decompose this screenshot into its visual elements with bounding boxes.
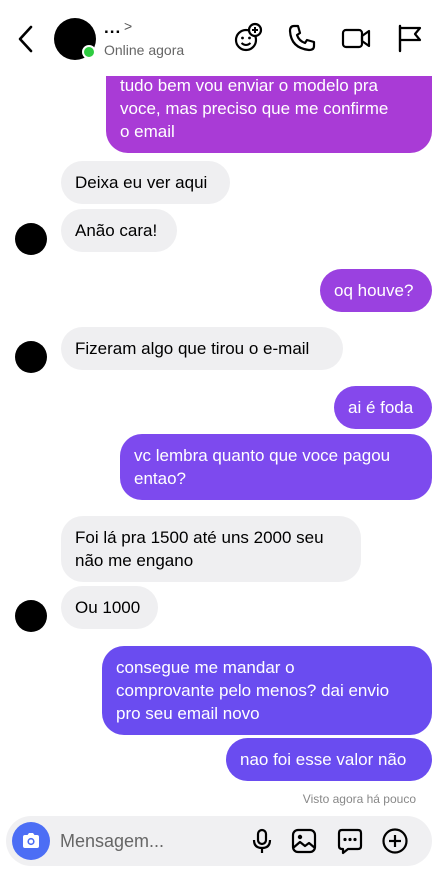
sticker-add-icon[interactable]: [232, 22, 264, 54]
phone-icon[interactable]: [286, 22, 318, 54]
message-bubble-outgoing[interactable]: nao foi esse valor não: [226, 738, 432, 781]
message-bubble-incoming[interactable]: Deixa eu ver aqui: [61, 161, 230, 204]
contact-status: Online agora: [104, 42, 185, 58]
message-bubble-incoming[interactable]: Ou 1000: [61, 586, 158, 629]
chat-header: ... > Online agora: [0, 0, 438, 76]
message-composer: [6, 816, 432, 866]
message-input[interactable]: [60, 826, 240, 856]
message-bubble-outgoing[interactable]: oq houve?: [320, 269, 432, 312]
online-status-dot: [82, 45, 96, 59]
message-bubble-outgoing[interactable]: consegue me mandar o comprovante pelo me…: [102, 646, 432, 735]
video-camera-icon[interactable]: [340, 22, 372, 54]
microphone-icon[interactable]: [248, 827, 276, 855]
seen-status: Visto agora há pouco: [302, 792, 416, 806]
message-bubble-incoming[interactable]: Fizeram algo que tirou o e-mail: [61, 327, 343, 370]
camera-icon[interactable]: [12, 822, 50, 860]
sender-avatar[interactable]: [15, 600, 47, 632]
sticker-chat-icon[interactable]: [336, 827, 364, 855]
image-icon[interactable]: [290, 827, 318, 855]
message-bubble-outgoing[interactable]: vc lembra quanto que voce pagou entao?: [120, 434, 432, 500]
sender-avatar[interactable]: [15, 341, 47, 373]
message-bubble-incoming[interactable]: Foi lá pra 1500 até uns 2000 seu não me …: [61, 516, 361, 582]
plus-icon[interactable]: [381, 827, 409, 855]
back-chevron-icon[interactable]: [12, 22, 40, 56]
profile-chevron-icon[interactable]: >: [124, 18, 132, 34]
contact-name[interactable]: ...: [104, 18, 121, 38]
message-bubble-outgoing[interactable]: tudo bem vou enviar o modelo pra voce, m…: [106, 76, 432, 153]
message-bubble-incoming[interactable]: Anão cara!: [61, 209, 177, 252]
flag-icon[interactable]: [394, 22, 426, 54]
sender-avatar[interactable]: [15, 223, 47, 255]
message-bubble-outgoing[interactable]: ai é foda: [334, 386, 432, 429]
message-thread[interactable]: tudo bem vou enviar o modelo pra voce, m…: [0, 76, 438, 808]
